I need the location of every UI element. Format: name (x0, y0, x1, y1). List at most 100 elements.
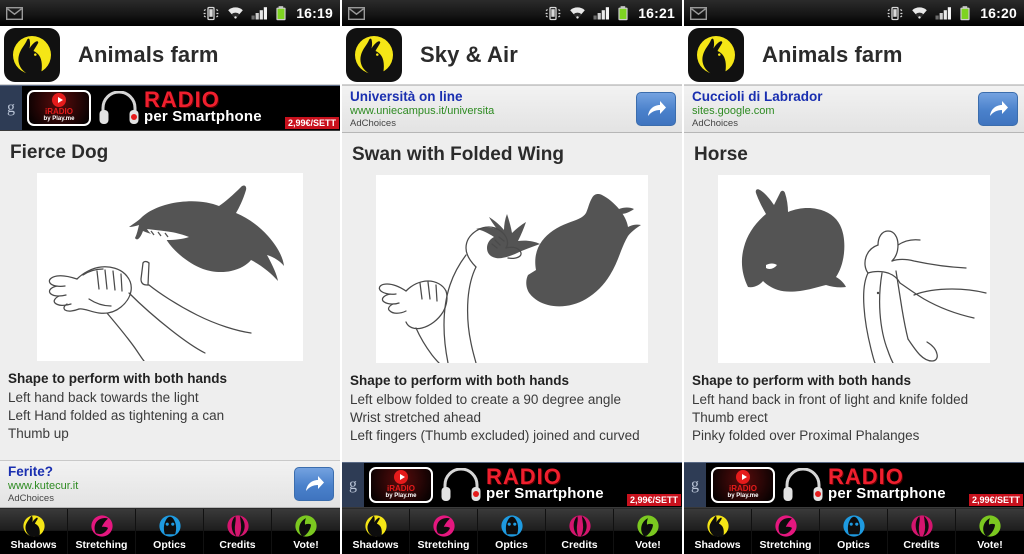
vote-thumbsup-icon (637, 514, 659, 537)
shape-description: Shape to perform with both hands Left ha… (684, 363, 1024, 445)
nav-label: Vote! (635, 538, 661, 551)
nav-item-vote[interactable]: Vote! (614, 509, 682, 554)
nav-label: Credits (903, 538, 940, 551)
mail-icon (690, 6, 707, 20)
google-mark: g (342, 463, 364, 507)
ad-title[interactable]: Università on line (350, 89, 636, 105)
headphones-icon (438, 463, 484, 507)
nav-item-stretching[interactable]: Stretching (410, 509, 478, 554)
radio-ad-banner[interactable]: g iRADIO by Play.me RADIO per Smartphone… (342, 462, 682, 508)
iradio-label: iRADIO (729, 484, 757, 493)
radio-banner-text: RADIO per Smartphone 2,99€/SETT (484, 463, 682, 507)
iradio-sublabel: by Play.me (385, 493, 417, 499)
app-logo-rabbit-shadow-icon[interactable] (688, 28, 744, 82)
ad-url[interactable]: www.uniecampus.it/universita (350, 105, 636, 118)
status-bar: 16:21 (342, 0, 682, 26)
wifi-icon (569, 6, 586, 20)
desc-line: Left hand back towards the light (8, 390, 199, 405)
nav-label: Shadows (694, 538, 741, 551)
share-arrow-icon[interactable] (294, 467, 334, 501)
iradio-label: iRADIO (45, 107, 73, 116)
ad-url[interactable]: sites.google.com (692, 105, 978, 118)
battery-icon (617, 5, 629, 21)
share-arrow-icon[interactable] (978, 92, 1018, 126)
share-arrow-icon[interactable] (636, 92, 676, 126)
radio-ad-banner[interactable]: g iRADIO by Play.me RADIO per Smartphone… (0, 85, 340, 131)
google-mark: g (0, 86, 22, 130)
vote-thumbsup-icon (295, 514, 317, 537)
vote-thumbsup-icon (979, 514, 1001, 537)
nav-item-optics[interactable]: Optics (136, 509, 204, 554)
nav-item-optics[interactable]: Optics (820, 509, 888, 554)
nav-item-optics[interactable]: Optics (478, 509, 546, 554)
iradio-sublabel: by Play.me (727, 493, 759, 499)
nav-item-vote[interactable]: Vote! (956, 509, 1024, 554)
radio-headline: RADIO (486, 464, 562, 489)
app-title-bar: Animals farm (684, 26, 1024, 85)
nav-label: Optics (153, 538, 186, 551)
ad-title[interactable]: Ferite? (8, 464, 294, 480)
desc-line: Left elbow folded to create a 90 degree … (350, 392, 621, 407)
ad-url[interactable]: www.kutecur.it (8, 480, 294, 493)
optics-icon (500, 514, 523, 537)
desc-heading: Shape to perform with both hands (350, 373, 569, 388)
shadows-rabbit-icon (706, 514, 729, 537)
radio-banner-text: RADIO per Smartphone 2,99€/SETT (142, 86, 340, 130)
phone-screen-3: 16:20 Animals farm Cuccioli di Labrador … (684, 0, 1024, 554)
desc-line: Wrist stretched ahead (350, 410, 482, 425)
nav-item-vote[interactable]: Vote! (272, 509, 340, 554)
shape-content: Horse Shape to perform with both hands L… (684, 133, 1024, 462)
nav-item-credits[interactable]: Credits (888, 509, 956, 554)
radio-price: 2,99€/SETT (626, 494, 681, 506)
app-logo-rabbit-shadow-icon[interactable] (4, 28, 60, 82)
nav-item-credits[interactable]: Credits (546, 509, 614, 554)
text-ad-banner[interactable]: Ferite? www.kutecur.it AdChoices (0, 460, 340, 508)
status-time: 16:19 (296, 5, 333, 21)
iradio-label: iRADIO (387, 484, 415, 493)
signal-icon (251, 6, 268, 20)
desc-line: Left Hand folded as tightening a can (8, 408, 225, 423)
nav-item-stretching[interactable]: Stretching (752, 509, 820, 554)
iradio-logo: iRADIO by Play.me (369, 467, 433, 503)
nav-label: Vote! (293, 538, 319, 551)
optics-icon (158, 514, 181, 537)
wifi-icon (227, 6, 244, 20)
desc-line: Thumb up (8, 426, 69, 441)
ad-choices-label[interactable]: AdChoices (692, 118, 978, 130)
ad-choices-label[interactable]: AdChoices (8, 493, 294, 505)
mail-icon (6, 6, 23, 20)
shape-content: Fierce Dog Shape to perform with both ha… (0, 131, 340, 460)
nav-item-shadows[interactable]: Shadows (684, 509, 752, 554)
stretching-hand-icon (432, 514, 455, 537)
nav-label: Credits (561, 538, 598, 551)
battery-icon (959, 5, 971, 21)
shape-description: Shape to perform with both hands Left el… (342, 363, 682, 445)
text-ad-banner[interactable]: Cuccioli di Labrador sites.google.com Ad… (684, 85, 1024, 133)
ad-title[interactable]: Cuccioli di Labrador (692, 89, 978, 105)
ad-choices-label[interactable]: AdChoices (350, 118, 636, 130)
nav-label: Stretching (417, 538, 470, 551)
radio-headline: RADIO (828, 464, 904, 489)
stretching-hand-icon (774, 514, 797, 537)
desc-heading: Shape to perform with both hands (8, 371, 227, 386)
text-ad-banner[interactable]: Università on line www.uniecampus.it/uni… (342, 85, 682, 133)
wifi-icon (911, 6, 928, 20)
nav-label: Credits (219, 538, 256, 551)
shape-illustration (37, 173, 303, 361)
stretching-hand-icon (90, 514, 113, 537)
status-bar: 16:19 (0, 0, 340, 26)
nav-item-shadows[interactable]: Shadows (0, 509, 68, 554)
radio-banner-text: RADIO per Smartphone 2,99€/SETT (826, 463, 1024, 507)
shape-title: Swan with Folded Wing (352, 144, 564, 165)
headphones-icon (780, 463, 826, 507)
nav-item-stretching[interactable]: Stretching (68, 509, 136, 554)
radio-price: 2,99€/SETT (284, 117, 339, 129)
app-logo-rabbit-shadow-icon[interactable] (346, 28, 402, 82)
nav-item-shadows[interactable]: Shadows (342, 509, 410, 554)
radio-ad-banner[interactable]: g iRADIO by Play.me RADIO per Smartphone… (684, 462, 1024, 508)
nav-item-credits[interactable]: Credits (204, 509, 272, 554)
credits-icon (910, 514, 933, 537)
nav-label: Optics (495, 538, 528, 551)
iradio-sublabel: by Play.me (43, 116, 75, 122)
iradio-logo: iRADIO by Play.me (27, 90, 91, 126)
